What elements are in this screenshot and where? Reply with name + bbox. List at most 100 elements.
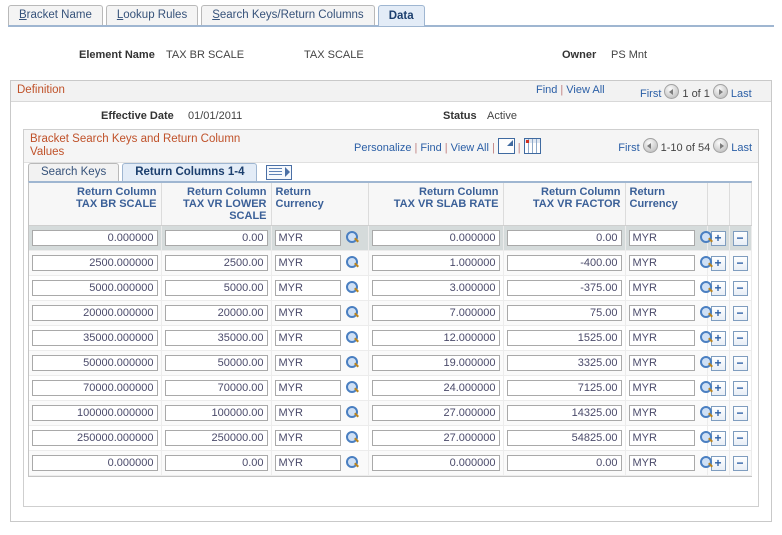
return-currency-1-input[interactable] — [274, 230, 341, 246]
return-currency-1-input[interactable] — [274, 305, 341, 321]
definition-next-arrow-icon[interactable] — [712, 84, 728, 99]
delete-row-button[interactable]: − — [732, 305, 748, 321]
table-row[interactable]: +− — [29, 225, 752, 251]
tax-br-scale-input[interactable] — [32, 255, 158, 271]
definition-prev-arrow-icon[interactable] — [664, 84, 680, 99]
lookup-search-icon[interactable] — [699, 356, 715, 370]
tax-vr-factor-input[interactable] — [506, 280, 622, 296]
lookup-search-icon[interactable] — [345, 281, 361, 295]
return-currency-2-input[interactable] — [628, 255, 695, 271]
lookup-search-icon[interactable] — [345, 381, 361, 395]
table-row[interactable]: +− — [29, 325, 752, 351]
delete-row-button[interactable]: − — [732, 280, 748, 296]
tax-vr-slab-rate-input[interactable] — [371, 455, 500, 471]
tax-vr-lower-scale-input[interactable] — [164, 405, 268, 421]
grid-prev-arrow-icon[interactable] — [642, 138, 658, 153]
tab-lookup-rules[interactable]: Lookup Rules — [105, 5, 199, 25]
table-row[interactable]: +− — [29, 450, 752, 476]
tax-vr-lower-scale-input[interactable] — [164, 305, 268, 321]
tax-vr-factor-input[interactable] — [506, 305, 622, 321]
lookup-search-icon[interactable] — [699, 306, 715, 320]
lookup-search-icon[interactable] — [699, 381, 715, 395]
definition-last-link[interactable]: Last — [731, 88, 752, 100]
tab-search-keys-return-columns[interactable]: Search Keys/Return Columns — [201, 5, 375, 25]
grid-personalize-link[interactable]: Personalize — [354, 142, 411, 154]
tax-vr-lower-scale-input[interactable] — [164, 455, 268, 471]
grid-view-all-link[interactable]: View All — [451, 142, 489, 154]
table-row[interactable]: +− — [29, 250, 752, 276]
lookup-search-icon[interactable] — [345, 406, 361, 420]
table-row[interactable]: +− — [29, 300, 752, 326]
lookup-search-icon[interactable] — [345, 306, 361, 320]
return-currency-2-input[interactable] — [628, 305, 695, 321]
delete-row-button[interactable]: − — [732, 230, 748, 246]
tax-vr-factor-input[interactable] — [506, 405, 622, 421]
lookup-search-icon[interactable] — [699, 231, 715, 245]
return-currency-1-input[interactable] — [274, 405, 341, 421]
lookup-search-icon[interactable] — [699, 331, 715, 345]
return-currency-1-input[interactable] — [274, 255, 341, 271]
tax-vr-lower-scale-input[interactable] — [164, 430, 268, 446]
tax-vr-slab-rate-input[interactable] — [371, 230, 500, 246]
return-currency-2-input[interactable] — [628, 330, 695, 346]
return-currency-1-input[interactable] — [274, 380, 341, 396]
delete-row-button[interactable]: − — [732, 405, 748, 421]
tax-vr-factor-input[interactable] — [506, 430, 622, 446]
delete-row-button[interactable]: − — [732, 255, 748, 271]
grid-next-arrow-icon[interactable] — [713, 138, 729, 153]
tax-br-scale-input[interactable] — [32, 355, 158, 371]
new-window-icon[interactable] — [497, 138, 515, 154]
tax-vr-factor-input[interactable] — [506, 455, 622, 471]
lookup-search-icon[interactable] — [345, 256, 361, 270]
tax-vr-lower-scale-input[interactable] — [164, 230, 268, 246]
return-currency-1-input[interactable] — [274, 330, 341, 346]
tax-vr-lower-scale-input[interactable] — [164, 380, 268, 396]
return-currency-2-input[interactable] — [628, 230, 695, 246]
tax-vr-slab-rate-input[interactable] — [371, 330, 500, 346]
tax-vr-slab-rate-input[interactable] — [371, 255, 500, 271]
lookup-search-icon[interactable] — [345, 331, 361, 345]
return-currency-2-input[interactable] — [628, 280, 695, 296]
subtab-return-columns[interactable]: Return Columns 1-4 — [122, 163, 258, 181]
col-header-tax-vr-lower-scale[interactable]: Return Column TAX VR LOWER SCALE — [161, 183, 272, 226]
tax-vr-factor-input[interactable] — [506, 230, 622, 246]
col-header-return-currency-2[interactable]: Return Currency — [625, 183, 708, 226]
tax-br-scale-input[interactable] — [32, 280, 158, 296]
col-header-tax-br-scale[interactable]: Return Column TAX BR SCALE — [29, 183, 162, 226]
tax-vr-slab-rate-input[interactable] — [371, 405, 500, 421]
delete-row-button[interactable]: − — [732, 380, 748, 396]
tax-br-scale-input[interactable] — [32, 305, 158, 321]
tax-vr-factor-input[interactable] — [506, 255, 622, 271]
delete-row-button[interactable]: − — [732, 455, 748, 471]
return-currency-2-input[interactable] — [628, 430, 695, 446]
return-currency-1-input[interactable] — [274, 455, 341, 471]
grid-find-link[interactable]: Find — [420, 142, 441, 154]
lookup-search-icon[interactable] — [699, 281, 715, 295]
table-row[interactable]: +− — [29, 400, 752, 426]
tax-br-scale-input[interactable] — [32, 230, 158, 246]
return-currency-1-input[interactable] — [274, 430, 341, 446]
download-grid-icon[interactable] — [523, 138, 541, 154]
col-header-return-currency-1[interactable]: Return Currency — [271, 183, 369, 226]
tab-data[interactable]: Data — [377, 5, 425, 26]
tab-bracket-name[interactable]: Bracket Name — [8, 5, 103, 25]
return-currency-2-input[interactable] — [628, 455, 695, 471]
tax-vr-lower-scale-input[interactable] — [164, 330, 268, 346]
tax-br-scale-input[interactable] — [32, 380, 158, 396]
tax-vr-factor-input[interactable] — [506, 330, 622, 346]
lookup-search-icon[interactable] — [345, 356, 361, 370]
delete-row-button[interactable]: − — [732, 355, 748, 371]
tax-vr-lower-scale-input[interactable] — [164, 255, 268, 271]
definition-first-link[interactable]: First — [640, 88, 661, 100]
lookup-search-icon[interactable] — [345, 231, 361, 245]
return-currency-1-input[interactable] — [274, 355, 341, 371]
table-row[interactable]: +− — [29, 350, 752, 376]
delete-row-button[interactable]: − — [732, 330, 748, 346]
table-row[interactable]: +− — [29, 425, 752, 451]
lookup-search-icon[interactable] — [345, 431, 361, 445]
lookup-search-icon[interactable] — [699, 431, 715, 445]
expand-columns-icon[interactable] — [266, 165, 293, 180]
col-header-tax-vr-slab-rate[interactable]: Return Column TAX VR SLAB RATE — [368, 183, 504, 226]
grid-first-link[interactable]: First — [618, 142, 639, 154]
delete-row-button[interactable]: − — [732, 430, 748, 446]
